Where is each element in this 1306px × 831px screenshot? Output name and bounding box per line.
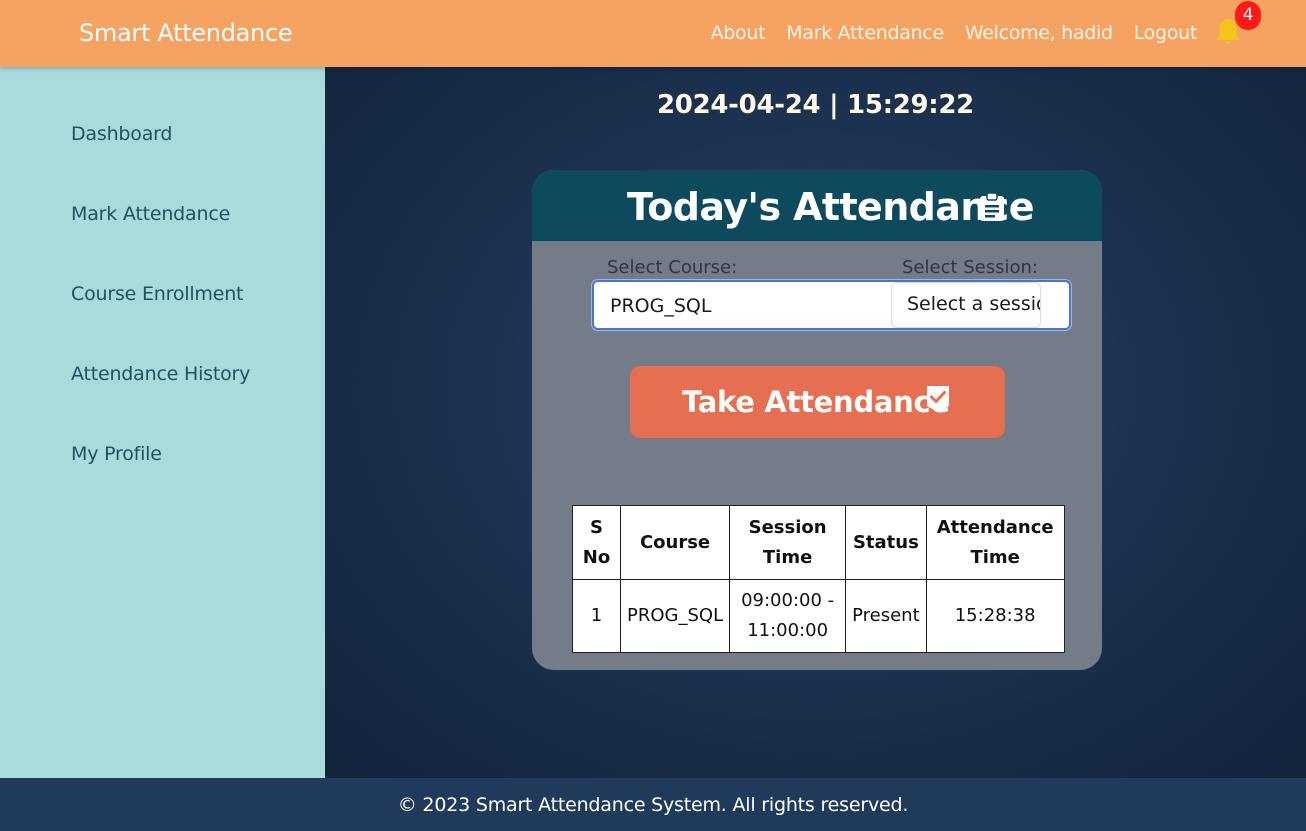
sidebar-item-attendance-history[interactable]: Attendance History [71, 361, 250, 387]
take-attendance-button[interactable]: Take Attendance [630, 366, 1005, 438]
sidebar-item-dashboard[interactable]: Dashboard [71, 121, 172, 147]
sidebar-item-course-enrollment[interactable]: Course Enrollment [71, 281, 243, 307]
header-course: Course [619, 505, 731, 580]
brand-title[interactable]: Smart Attendance [79, 18, 293, 48]
cell-status: Present [845, 579, 927, 653]
card-header: Today's Attendance [532, 170, 1102, 241]
header-sno: S No [572, 505, 621, 580]
main-content: 2024-04-24 | 15:29:22 Today's Attendance… [325, 67, 1306, 778]
cell-session-time: 09:00:00 - 11:00:00 [729, 579, 847, 653]
sidebar: Dashboard Mark Attendance Course Enrollm… [0, 67, 325, 778]
session-label: Select Session: [902, 257, 1038, 278]
card-title: Today's Attendance [627, 185, 1034, 229]
top-navbar: Smart Attendance About Mark Attendance W… [0, 0, 1306, 67]
clipboard-icon [980, 192, 1004, 221]
table-header-row: S No Course Session Time Status Attendan… [572, 505, 1065, 580]
nav-link-logout[interactable]: Logout [1134, 20, 1198, 46]
attendance-card: Today's Attendance Select Course: Select… [532, 170, 1102, 670]
footer: © 2023 Smart Attendance System. All righ… [0, 778, 1306, 831]
header-session-time: Session Time [729, 505, 847, 580]
footer-copyright: © 2023 Smart Attendance System. All righ… [397, 794, 909, 816]
course-select[interactable]: PROG_SQL [610, 294, 711, 318]
header-status: Status [845, 505, 927, 580]
session-select[interactable]: Select a session [891, 282, 1041, 328]
current-datetime: 2024-04-24 | 15:29:22 [657, 90, 974, 120]
nav-links: About Mark Attendance Welcome, hadid Log… [711, 20, 1198, 46]
sidebar-item-my-profile[interactable]: My Profile [71, 441, 162, 467]
nav-link-welcome-user[interactable]: Welcome, hadid [965, 20, 1113, 46]
cell-sno: 1 [572, 579, 621, 653]
sidebar-item-mark-attendance[interactable]: Mark Attendance [71, 201, 230, 227]
take-attendance-label: Take Attendance [682, 385, 950, 419]
attendance-table: S No Course Session Time Status Attendan… [572, 505, 1065, 653]
course-label: Select Course: [607, 257, 738, 278]
cell-course: PROG_SQL [619, 579, 731, 653]
notification-badge[interactable]: 4 [1235, 1, 1261, 30]
cell-attendance-time: 15:28:38 [925, 579, 1065, 653]
course-session-select-group: PROG_SQL Select a session [592, 280, 1071, 330]
check-badge-icon [927, 386, 949, 412]
header-attendance-time: Attendance Time [925, 505, 1065, 580]
nav-link-mark-attendance[interactable]: Mark Attendance [786, 20, 944, 46]
table-row: 1 PROG_SQL 09:00:00 - 11:00:00 Present 1… [572, 579, 1065, 653]
nav-link-about[interactable]: About [711, 20, 766, 46]
